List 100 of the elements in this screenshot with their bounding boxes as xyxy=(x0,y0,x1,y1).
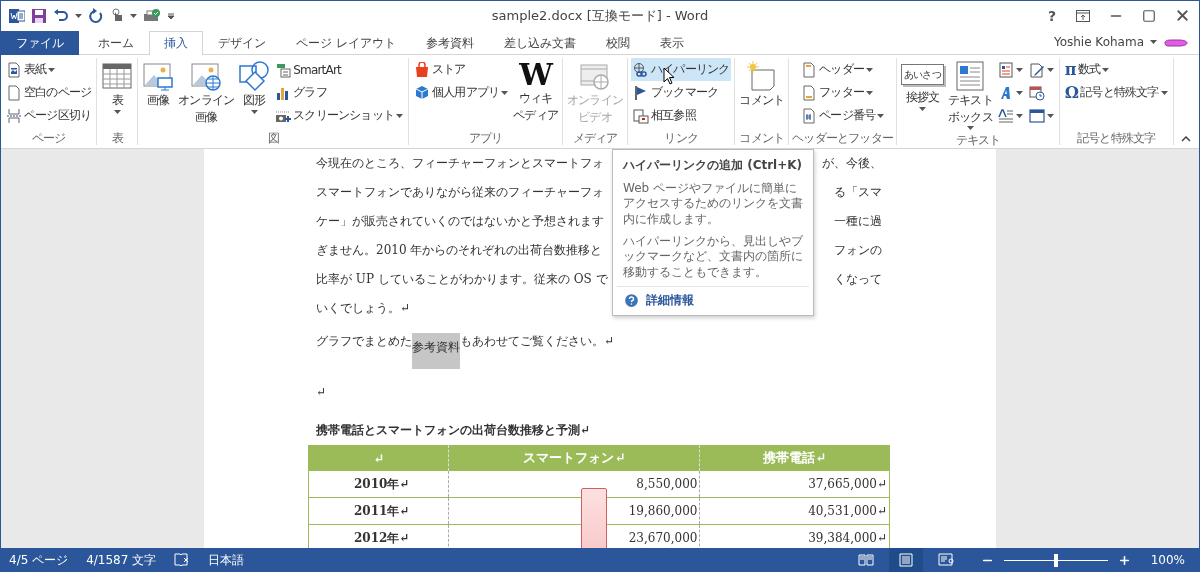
status-text[interactable]: 4/1587 文字 xyxy=(86,551,157,569)
ribbon-tab[interactable]: 校閲 xyxy=(590,31,645,55)
body-text: ぎません。2010 年からのそれぞれの出荷台数推移と xyxy=(316,242,603,259)
document-parts-icon xyxy=(997,61,1014,78)
bar-shape xyxy=(581,488,607,548)
caret-icon xyxy=(501,90,509,95)
caret-icon xyxy=(130,13,137,18)
text-box-icon xyxy=(954,60,987,92)
ribbon-button[interactable]: オンライン 画像 xyxy=(177,58,236,128)
caret-icon xyxy=(1015,90,1023,95)
save-icon[interactable] xyxy=(31,7,47,24)
ribbon-button[interactable]: W ウィキ ペディア xyxy=(512,58,560,126)
ribbon-button[interactable]: ブックマーク xyxy=(631,81,732,104)
ribbon-tab[interactable]: 挿入 xyxy=(149,31,203,55)
group-label: ページ xyxy=(31,130,66,145)
ribbon-button[interactable]: 相互参照 xyxy=(631,104,732,127)
caret-icon xyxy=(877,113,885,118)
ribbon-button[interactable]: ヘッダー xyxy=(799,58,887,81)
caret-icon xyxy=(1160,90,1168,95)
shopping-bag-icon xyxy=(414,61,431,78)
window-title: sample2.docx [互換モード] - Word xyxy=(491,6,709,25)
ribbon-button[interactable]: ページ区切り xyxy=(4,104,94,127)
group-label: 記号と特殊文字 xyxy=(1076,130,1156,145)
group-label: 図 xyxy=(267,130,279,145)
table-cell: 2010年↵ xyxy=(308,471,449,498)
collapse-icon[interactable] xyxy=(1181,136,1191,142)
profile-icon[interactable] xyxy=(1163,37,1189,47)
ribbon-button[interactable]: 表紙 xyxy=(4,58,94,81)
caret-icon xyxy=(1102,67,1110,72)
app-icon[interactable] xyxy=(9,7,25,24)
window-icon xyxy=(1028,107,1045,124)
ribbon-button[interactable]: Ω記号と特殊文字 xyxy=(1062,81,1170,104)
ribbon-button[interactable]: 画像 xyxy=(141,58,176,111)
caret-icon xyxy=(866,90,873,95)
status-text[interactable]: 4/5 ページ xyxy=(9,551,69,569)
redo-icon[interactable] xyxy=(88,7,104,24)
ribbon-display-icon[interactable] xyxy=(1076,9,1090,22)
ribbon-tab[interactable]: ホーム xyxy=(83,31,149,55)
ribbon-button[interactable]: ストア xyxy=(412,58,511,81)
book-view-icon xyxy=(857,553,874,567)
body-text: ケー」が販売されていくのではないかと予想されます xyxy=(316,213,604,230)
page-number-icon xyxy=(801,107,818,124)
ribbon-tab[interactable]: デザイン xyxy=(203,31,281,55)
close-icon[interactable] xyxy=(1174,7,1191,24)
group-label: メディア xyxy=(572,130,618,145)
ribbon-button[interactable]: 個人用アプリ xyxy=(412,81,511,104)
group-label: ヘッダーとフッター xyxy=(792,130,894,145)
maximize-icon[interactable] xyxy=(1142,8,1156,23)
zoom-in-icon[interactable] xyxy=(1117,553,1131,567)
help-icon xyxy=(623,292,640,310)
ribbon-button[interactable]: ページ番号 xyxy=(799,104,887,127)
user-name[interactable]: Yoshie Kohama xyxy=(1053,35,1144,49)
smartart-icon xyxy=(275,61,292,78)
cross-reference-icon xyxy=(633,107,650,124)
ribbon-button[interactable]: テキスト ボックス xyxy=(946,58,994,133)
ribbon-button[interactable]: スクリーンショット xyxy=(273,104,406,127)
ribbon-tab[interactable]: 参考資料 xyxy=(410,31,489,55)
body-text: 一種に過 xyxy=(834,213,882,230)
picture-globe-icon xyxy=(190,60,223,92)
more-info-link[interactable]: 詳細情報 xyxy=(646,292,694,310)
ribbon-button[interactable]: SmartArt xyxy=(273,58,406,81)
group-label: 表 xyxy=(111,130,123,145)
ribbon-tab[interactable]: ファイル xyxy=(1,31,79,55)
page-view-icon xyxy=(897,553,914,567)
customize-icon[interactable] xyxy=(167,11,175,20)
table-cell: 37,665,000↵ xyxy=(699,471,890,498)
table-cell: 2011年↵ xyxy=(308,497,449,525)
ribbon-button[interactable]: 空白のページ xyxy=(4,81,94,104)
language-text[interactable]: 日本語 xyxy=(208,551,245,569)
ribbon-button[interactable]: 図形 xyxy=(237,58,272,116)
printer-icon[interactable] xyxy=(143,7,161,24)
ribbon-tab[interactable]: 差し込み文書 xyxy=(488,31,591,55)
column-header: スマートフォン↵ xyxy=(448,445,700,471)
ribbon-tab[interactable]: ページ レイアウト xyxy=(281,31,411,55)
help-button[interactable]: ? xyxy=(1045,7,1058,24)
logo-letter: W xyxy=(519,60,553,90)
cover-page-icon xyxy=(6,61,22,78)
ribbon-button[interactable]: 表 xyxy=(100,58,135,116)
body-text: フォンの xyxy=(834,242,882,259)
header-icon xyxy=(801,61,818,78)
ribbon-button[interactable]: あいさつ 挨拶文 xyxy=(900,58,945,113)
ribbon-button[interactable]: π数式 xyxy=(1062,58,1170,81)
undo-icon[interactable] xyxy=(53,7,69,24)
ribbon-button[interactable]: コメント xyxy=(738,58,786,111)
caret-icon xyxy=(1150,40,1157,44)
paragraph-mark: ↵ xyxy=(316,384,327,399)
proofing-icon[interactable] xyxy=(174,553,191,567)
ribbon-tab[interactable]: 表示 xyxy=(644,31,699,55)
body-text: 今現在のところ、フィーチャーフォンとスマートフォ xyxy=(316,155,604,172)
caret-icon xyxy=(1015,113,1023,118)
table-icon xyxy=(101,60,134,92)
view-button[interactable] xyxy=(888,548,923,572)
ribbon-button[interactable]: グラフ xyxy=(273,81,406,104)
zoom-level[interactable]: 100% xyxy=(1150,553,1185,567)
caret-icon xyxy=(866,67,873,72)
group-label: アプリ xyxy=(468,130,503,145)
web-view-icon xyxy=(937,553,954,567)
symbol-glyph: π xyxy=(1064,61,1076,78)
ribbon-button[interactable]: フッター xyxy=(799,81,887,104)
cube-icon xyxy=(414,84,431,101)
